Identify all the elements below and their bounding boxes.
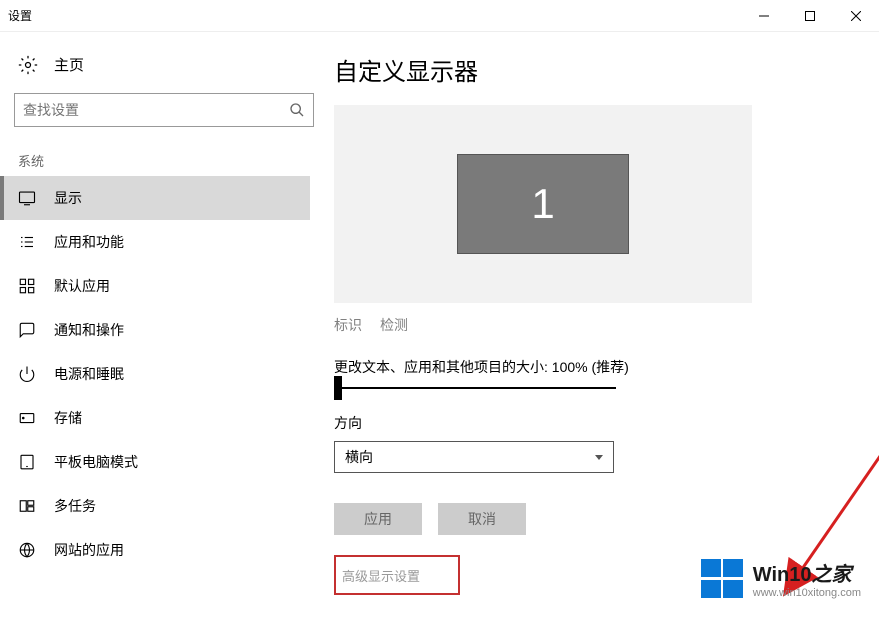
titlebar: 设置 <box>0 0 879 32</box>
grid-icon <box>18 277 36 295</box>
sidebar-item-storage[interactable]: 存储 <box>14 396 294 440</box>
power-icon <box>18 365 36 383</box>
sidebar-item-apps[interactable]: 应用和功能 <box>14 220 294 264</box>
watermark-url: www.win10xitong.com <box>753 587 861 599</box>
watermark-brand: Win10之家 <box>753 558 852 587</box>
orientation-dropdown[interactable]: 横向 <box>334 441 614 473</box>
sidebar-item-label: 通知和操作 <box>54 320 124 340</box>
cancel-button[interactable]: 取消 <box>438 503 526 535</box>
tablet-icon <box>18 453 36 471</box>
sidebar-item-tablet[interactable]: 平板电脑模式 <box>14 440 294 484</box>
main-content: 自定义显示器 1 标识 检测 更改文本、应用和其他项目的大小: 100% (推荐… <box>310 32 879 617</box>
windows-logo-icon <box>701 559 745 599</box>
sidebar-item-label: 默认应用 <box>54 276 110 296</box>
gear-icon <box>18 55 38 75</box>
sidebar-item-web-apps[interactable]: 网站的应用 <box>14 528 294 572</box>
button-row: 应用 取消 <box>334 503 855 535</box>
window-title: 设置 <box>8 7 32 24</box>
sidebar-item-notifications[interactable]: 通知和操作 <box>14 308 294 352</box>
minimize-button[interactable] <box>741 0 787 32</box>
sidebar-item-multitask[interactable]: 多任务 <box>14 484 294 528</box>
preview-actions: 标识 检测 <box>334 315 855 335</box>
home-button[interactable]: 主页 <box>14 46 294 93</box>
sidebar-item-default-apps[interactable]: 默认应用 <box>14 264 294 308</box>
sidebar-item-power[interactable]: 电源和睡眠 <box>14 352 294 396</box>
monitor-tile[interactable]: 1 <box>457 154 629 254</box>
advanced-display-settings-highlight: 高级显示设置 <box>334 555 460 595</box>
search-box[interactable] <box>14 93 314 127</box>
body: 主页 系统 显示 应用和功能 默认应用 通知和操作 电源和睡眠 存 <box>0 32 879 617</box>
slider-thumb[interactable] <box>334 376 342 400</box>
section-label: 系统 <box>18 151 294 170</box>
orientation-value: 横向 <box>345 447 373 467</box>
list-icon <box>18 233 36 251</box>
message-icon <box>18 321 36 339</box>
sidebar-item-label: 电源和睡眠 <box>54 364 124 384</box>
monitor-icon <box>18 189 36 207</box>
search-icon <box>289 102 305 118</box>
sidebar-item-label: 应用和功能 <box>54 232 124 252</box>
apply-button[interactable]: 应用 <box>334 503 422 535</box>
close-button[interactable] <box>833 0 879 32</box>
multitask-icon <box>18 497 36 515</box>
sidebar-item-label: 平板电脑模式 <box>54 452 138 472</box>
sidebar: 主页 系统 显示 应用和功能 默认应用 通知和操作 电源和睡眠 存 <box>0 32 310 617</box>
home-label: 主页 <box>54 54 84 75</box>
globe-icon <box>18 541 36 559</box>
advanced-display-link[interactable]: 高级显示设置 <box>342 566 420 585</box>
search-input[interactable] <box>23 102 289 118</box>
identify-link[interactable]: 标识 <box>334 315 362 335</box>
scale-slider[interactable] <box>336 387 616 389</box>
sidebar-item-label: 存储 <box>54 408 82 428</box>
sidebar-item-label: 网站的应用 <box>54 540 124 560</box>
scale-label: 更改文本、应用和其他项目的大小: 100% (推荐) <box>334 357 855 377</box>
display-preview[interactable]: 1 <box>334 105 752 303</box>
orientation-label: 方向 <box>334 413 855 433</box>
sidebar-item-label: 显示 <box>54 188 82 208</box>
sidebar-item-label: 多任务 <box>54 496 96 516</box>
maximize-button[interactable] <box>787 0 833 32</box>
detect-link[interactable]: 检测 <box>380 315 408 335</box>
sidebar-item-display[interactable]: 显示 <box>0 176 310 220</box>
window-controls <box>741 0 879 32</box>
watermark: Win10之家 www.win10xitong.com <box>701 558 861 599</box>
page-title: 自定义显示器 <box>334 52 855 87</box>
storage-icon <box>18 409 36 427</box>
